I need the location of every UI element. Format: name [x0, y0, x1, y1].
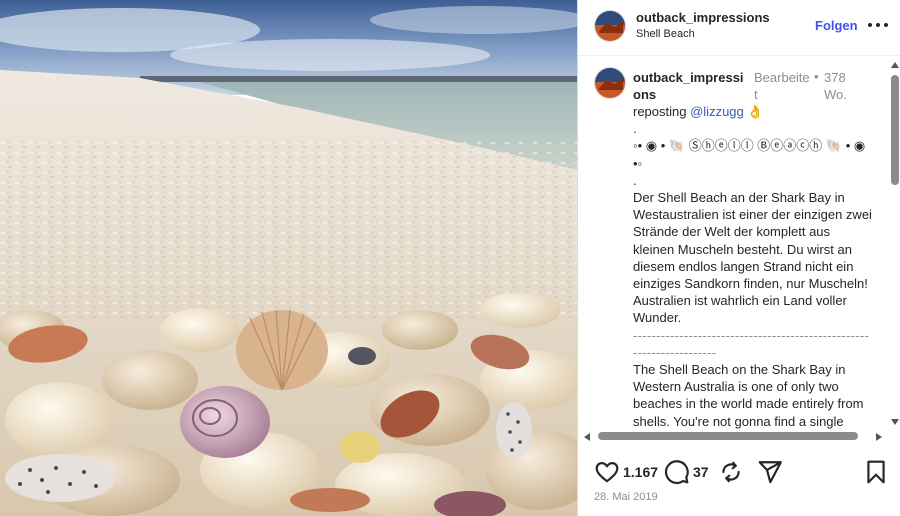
action-bar: 1.167 37	[578, 450, 900, 490]
post-username[interactable]: outback_impressions	[636, 10, 770, 25]
horizontal-scrollbar[interactable]	[578, 430, 888, 442]
decorative-title: ◦• ◉ • 🐚 Ⓢⓗⓔⓛⓛ Ⓑⓔⓐⓒⓗ 🐚 • ◉ •◦	[633, 138, 869, 171]
like-count[interactable]: 1.167	[623, 464, 658, 480]
vertical-scrollbar[interactable]	[889, 57, 900, 429]
comment-count[interactable]: 37	[693, 464, 709, 480]
edited-label: Bearbeitet	[754, 70, 810, 102]
post-age[interactable]: 378 Wo.	[824, 69, 864, 103]
separator-dot: •	[814, 69, 819, 84]
scroll-thumb[interactable]	[598, 432, 858, 440]
scroll-up-icon[interactable]	[891, 62, 899, 68]
comments-area[interactable]: outback_impressions Bearbeitet • 378 Wo.…	[578, 57, 888, 432]
caption-text: reposting @lizzugg 👌 . ◦• ◉ • 🐚 Ⓢⓗⓔⓛⓛ Ⓑⓔ…	[633, 103, 873, 432]
caption-intro: reposting	[633, 104, 691, 119]
post-header: outback_impressions Shell Beach Folgen	[578, 0, 900, 56]
scroll-right-icon[interactable]	[876, 433, 882, 441]
caption-username[interactable]: outback_impressions	[633, 69, 748, 103]
dot-line: .	[633, 121, 637, 137]
shell-beach-photo	[0, 0, 577, 516]
more-options-icon[interactable]	[867, 16, 889, 34]
send-icon[interactable]	[757, 459, 783, 485]
avatar-image	[595, 11, 625, 41]
scroll-down-icon[interactable]	[891, 419, 899, 425]
avatar-image	[595, 68, 625, 98]
scroll-left-icon[interactable]	[584, 433, 590, 441]
repost-icon[interactable]	[718, 459, 744, 485]
scroll-thumb[interactable]	[891, 75, 899, 185]
post-detail-panel: outback_impressions Shell Beach Folgen o…	[577, 0, 900, 516]
avatar[interactable]	[594, 10, 626, 42]
follow-button[interactable]: Folgen	[815, 18, 858, 33]
ok-hand-emoji: 👌	[747, 104, 764, 119]
mention-link[interactable]: @lizzugg	[690, 104, 744, 119]
heart-icon[interactable]	[594, 459, 620, 485]
post-location[interactable]: Shell Beach	[636, 28, 695, 40]
caption-english: The Shell Beach on the Shark Bay in West…	[633, 362, 869, 432]
comment-icon[interactable]	[664, 459, 690, 485]
caption-separator: ----------------------------------------…	[633, 327, 870, 360]
post-date[interactable]: 28. Mai 2019	[594, 491, 658, 503]
caption-german: Der Shell Beach an der Shark Bay in West…	[633, 190, 876, 326]
dot-line: .	[633, 172, 637, 188]
post-image[interactable]	[0, 0, 577, 516]
bookmark-icon[interactable]	[863, 459, 889, 485]
avatar[interactable]	[594, 67, 626, 99]
